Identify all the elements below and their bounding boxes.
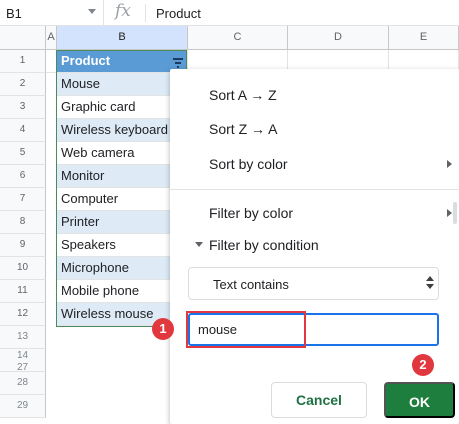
row-header[interactable]: 6 [0, 165, 46, 188]
column-header-a[interactable]: A [46, 26, 57, 50]
product-cell[interactable]: Web camera [57, 142, 188, 165]
condition-value-input[interactable] [188, 313, 439, 346]
header-cell-product[interactable]: Product [57, 50, 188, 73]
expand-caret-icon[interactable] [195, 242, 203, 247]
formula-input[interactable]: Product [156, 6, 201, 21]
chevron-right-icon [447, 209, 452, 217]
column-header-e[interactable]: E [389, 26, 459, 50]
cell[interactable] [46, 50, 57, 73]
chevron-down-icon[interactable] [88, 9, 96, 14]
condition-select-value: Text contains [213, 277, 289, 292]
menu-scrollbar[interactable] [453, 202, 457, 224]
product-cell[interactable]: Computer [57, 188, 188, 211]
row-header[interactable]: 8 [0, 211, 46, 234]
formula-bar: B1 fx Product [0, 0, 459, 26]
product-cell[interactable]: Mobile phone [57, 280, 188, 303]
row-header[interactable]: 29 [0, 395, 46, 418]
product-cell[interactable]: Microphone [57, 257, 188, 280]
row-header[interactable]: 28 [0, 372, 46, 395]
column-header-d[interactable]: D [288, 26, 389, 50]
row-header[interactable]: 13 [0, 326, 46, 349]
menu-item-sort-a-z[interactable]: Sort A → Z [209, 87, 277, 103]
row-header[interactable]: 4 [0, 119, 46, 142]
menu-item-filter-by-color[interactable]: Filter by color [209, 205, 293, 221]
row-header[interactable]: 5 [0, 142, 46, 165]
name-box-value: B1 [6, 6, 22, 21]
row-header[interactable]: 2 [0, 73, 46, 96]
product-cell[interactable]: Speakers [57, 234, 188, 257]
product-cell[interactable]: Printer [57, 211, 188, 234]
row-header[interactable]: 9 [0, 234, 46, 257]
column-header-c[interactable]: C [188, 26, 288, 50]
select-all-corner[interactable] [0, 26, 46, 50]
condition-select[interactable]: Text contains [188, 267, 439, 300]
menu-divider [170, 189, 459, 190]
product-cell[interactable]: Wireless keyboard [57, 119, 188, 142]
product-cell[interactable]: Monitor [57, 165, 188, 188]
annotation-step-1: 1 [152, 318, 174, 340]
cancel-button[interactable]: Cancel [271, 382, 367, 418]
row-header[interactable]: 14 27 [0, 349, 46, 373]
row-header[interactable]: 7 [0, 188, 46, 211]
row-header[interactable]: 11 [0, 280, 46, 303]
row-header[interactable]: 10 [0, 257, 46, 280]
product-cell[interactable]: Graphic card [57, 96, 188, 119]
product-cell[interactable]: Mouse [57, 73, 188, 96]
menu-item-sort-by-color[interactable]: Sort by color [209, 156, 288, 172]
column-header-b[interactable]: B [57, 26, 188, 50]
annotation-step-2: 2 [412, 354, 434, 376]
filter-icon[interactable] [170, 55, 186, 69]
row-header[interactable]: 3 [0, 96, 46, 119]
row-header[interactable]: 1 [0, 50, 46, 73]
ok-button[interactable]: OK [384, 382, 455, 418]
formula-divider [145, 4, 146, 22]
menu-item-sort-z-a[interactable]: Sort Z → A [209, 121, 277, 137]
menu-item-filter-by-condition[interactable]: Filter by condition [209, 237, 319, 253]
chevron-right-icon [447, 160, 452, 168]
select-arrows-icon [426, 276, 436, 292]
row-header[interactable]: 12 [0, 303, 46, 326]
name-box[interactable]: B1 [0, 0, 104, 26]
fx-icon: fx [115, 1, 131, 21]
